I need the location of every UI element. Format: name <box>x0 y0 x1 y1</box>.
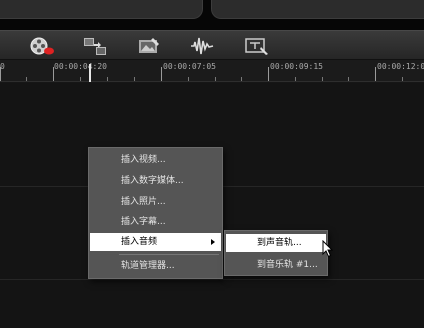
ruler-tick <box>348 77 349 81</box>
ruler-tick <box>107 77 108 81</box>
mouse-cursor-icon <box>322 240 334 258</box>
timeline-ruler[interactable]: 0 00:00:04:20 00:00:07:05 00:00:09:15 00… <box>0 60 424 82</box>
ruler-tick <box>80 77 81 81</box>
ruler-tick <box>241 77 242 81</box>
menu-item-insert-photo[interactable]: 插入照片... <box>90 193 221 211</box>
playhead[interactable] <box>89 64 91 82</box>
film-reel-icon[interactable] <box>27 34 57 58</box>
menu-item-insert-audio[interactable]: 插入音频 <box>90 233 221 251</box>
insert-media-icon[interactable] <box>80 34 110 58</box>
submenu-item-to-voice-track[interactable]: 到声音轨... <box>226 234 326 252</box>
menu-separator <box>119 254 219 255</box>
menu-item-insert-digital-media[interactable]: 插入数字媒体... <box>90 172 221 190</box>
timeline-toolbar <box>0 30 424 60</box>
preview-area <box>0 0 424 30</box>
ruler-tick <box>134 77 135 81</box>
ruler-timecode: 0 <box>0 62 5 71</box>
ruler-tick <box>188 77 189 81</box>
menu-item-insert-video[interactable]: 插入视频... <box>90 151 221 169</box>
ruler-timecode: 00:00:12:0 <box>377 62 424 71</box>
menu-item-track-manager[interactable]: 轨道管理器... <box>90 257 221 275</box>
title-edit-icon[interactable] <box>242 34 272 58</box>
ruler-tick <box>268 67 269 81</box>
ruler-timecode: 00:00:04:20 <box>54 62 107 71</box>
audio-wave-icon[interactable] <box>187 34 217 58</box>
context-menu: 插入视频... 插入数字媒体... 插入照片... 插入字幕... 插入音频 轨… <box>88 147 223 279</box>
submenu-item-to-music-track[interactable]: 到音乐轨 #1... <box>226 256 326 274</box>
ruler-tick <box>26 77 27 81</box>
ruler-tick <box>295 77 296 81</box>
track-divider <box>0 279 424 280</box>
ruler-tick <box>322 77 323 81</box>
menu-item-insert-title[interactable]: 插入字幕... <box>90 213 221 231</box>
ruler-tick <box>215 77 216 81</box>
left-preview-panel <box>0 0 203 19</box>
ruler-timecode: 00:00:07:05 <box>163 62 216 71</box>
ruler-tick <box>402 77 403 81</box>
submenu-arrow-icon <box>211 239 215 245</box>
menu-item-label: 插入音频 <box>121 237 158 247</box>
ruler-tick <box>161 67 162 81</box>
ruler-tick <box>375 67 376 81</box>
audio-submenu: 到声音轨... 到音乐轨 #1... <box>224 230 328 276</box>
right-preview-panel <box>211 0 424 19</box>
ruler-timecode: 00:00:09:15 <box>270 62 323 71</box>
photo-edit-icon[interactable] <box>134 34 164 58</box>
